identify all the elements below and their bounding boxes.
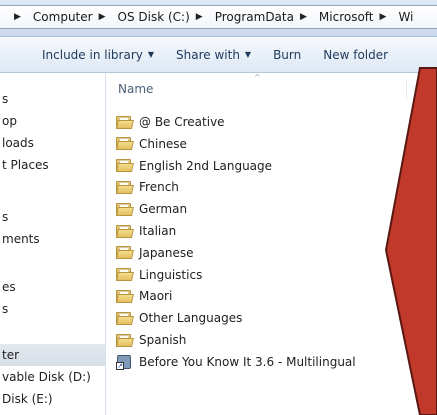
- folder-row[interactable]: English 2nd Language: [116, 155, 416, 177]
- nav-item[interactable]: s: [0, 298, 105, 320]
- nav-item[interactable]: t Places: [0, 154, 105, 176]
- folder-row[interactable]: Chinese: [116, 133, 416, 155]
- shortcut-icon: ↗: [116, 354, 132, 370]
- chevron-right-icon[interactable]: ▶: [300, 12, 307, 22]
- folder-icon: [116, 115, 134, 129]
- file-name: Spanish: [139, 333, 187, 347]
- nav-item[interactable]: op: [0, 110, 105, 132]
- nav-item-removable-disk[interactable]: vable Disk (D:): [0, 366, 105, 388]
- file-name: Before You Know It 3.6 - Multilingual: [139, 354, 356, 369]
- folder-row[interactable]: Linguistics: [116, 264, 416, 286]
- column-header-name[interactable]: Name: [118, 82, 153, 96]
- navigation-pane: s op loads t Places s ments es s ter vab…: [0, 73, 106, 415]
- include-in-library-button[interactable]: Include in library ▼: [34, 48, 162, 62]
- folder-icon: [116, 333, 134, 347]
- file-name: Italian: [139, 224, 177, 238]
- folder-row[interactable]: Spanish: [116, 329, 416, 351]
- burn-button[interactable]: Burn: [265, 48, 309, 62]
- folder-row[interactable]: Maori: [116, 285, 416, 307]
- folder-row[interactable]: Japanese: [116, 242, 416, 264]
- nav-item[interactable]: ments: [0, 228, 105, 250]
- breadcrumb-label: Computer: [32, 10, 93, 24]
- nav-item[interactable]: s: [0, 88, 105, 110]
- folder-row[interactable]: @ Be Creative: [116, 111, 416, 133]
- folder-row[interactable]: German: [116, 198, 416, 220]
- folder-icon: [116, 224, 134, 238]
- address-bar-area: ▶ Computer ▶ OS Disk (C:) ▶ ProgramData ▶ M…: [0, 0, 437, 37]
- file-name: Other Languages: [139, 311, 243, 326]
- folder-icon: [116, 137, 134, 151]
- column-header-row: Name ^ Dat: [106, 73, 437, 103]
- chevron-right-icon[interactable]: ▶: [196, 12, 203, 22]
- folder-icon: [116, 246, 134, 260]
- date-modified-cell: 1/(: [416, 354, 433, 369]
- folder-icon: [116, 311, 134, 325]
- nav-item-disk-e[interactable]: Disk (E:): [0, 388, 105, 410]
- folder-icon: [116, 180, 134, 194]
- file-name: Japanese: [139, 245, 194, 260]
- date-modified-cell: 5/(: [416, 136, 433, 151]
- file-name: German: [139, 202, 188, 217]
- breadcrumb-windows[interactable]: Wi: [395, 10, 416, 24]
- breadcrumb-label: Wi: [398, 10, 414, 24]
- nav-item[interactable]: loads: [0, 132, 105, 154]
- address-bar[interactable]: ▶ Computer ▶ OS Disk (C:) ▶ ProgramData ▶ M…: [0, 5, 437, 29]
- share-with-label: Share with: [176, 47, 240, 62]
- folder-icon: [116, 289, 134, 303]
- folder-icon: [116, 159, 134, 173]
- chevron-right-icon: ▶: [14, 12, 21, 22]
- chevron-right-icon[interactable]: ▶: [380, 12, 387, 22]
- breadcrumb-label: Microsoft: [318, 10, 374, 24]
- file-name: @ Be Creative: [139, 115, 225, 129]
- file-name: English 2nd Language: [139, 158, 273, 173]
- shortcut-row[interactable]: ↗ Before You Know It 3.6 - Multilingual: [116, 351, 416, 373]
- include-in-library-label: Include in library: [42, 47, 143, 62]
- file-name: Linguistics: [139, 267, 203, 282]
- share-with-button[interactable]: Share with ▼: [168, 48, 259, 62]
- command-toolbar: Include in library ▼ Share with ▼ Burn New…: [0, 37, 437, 73]
- file-name: Maori: [139, 289, 173, 304]
- breadcrumb-computer[interactable]: Computer ▶: [30, 10, 115, 24]
- file-list: Name ^ Dat @ Be Creative 7/Chinese 5/( Engl…: [106, 73, 437, 415]
- sort-ascending-icon: ^: [254, 73, 261, 82]
- folder-row[interactable]: French: [116, 176, 416, 198]
- breadcrumb-os-disk[interactable]: OS Disk (C:) ▶: [115, 10, 212, 24]
- folder-row[interactable]: Other Languages: [116, 307, 416, 329]
- new-folder-button[interactable]: New folder: [315, 48, 396, 62]
- folder-icon: [116, 202, 134, 216]
- breadcrumb-label: OS Disk (C:): [117, 10, 190, 24]
- column-divider[interactable]: [406, 79, 407, 99]
- date-modified-cell: 7/: [416, 115, 428, 129]
- breadcrumb-programdata[interactable]: ProgramData ▶: [212, 10, 316, 24]
- column-header-date[interactable]: Dat: [416, 82, 437, 96]
- chevron-down-icon: ▼: [244, 50, 252, 59]
- file-name: Chinese: [139, 136, 187, 151]
- date-modified-cell: 5/(: [416, 333, 433, 347]
- folder-row[interactable]: Italian: [116, 220, 416, 242]
- breadcrumb-label: ProgramData: [214, 10, 294, 24]
- chevron-down-icon: ▼: [147, 50, 155, 59]
- nav-item[interactable]: s: [0, 206, 105, 228]
- chevron-right-icon[interactable]: ▶: [99, 12, 106, 22]
- folder-icon: [116, 268, 134, 282]
- file-name: French: [139, 180, 179, 195]
- breadcrumb-microsoft[interactable]: Microsoft ▶: [316, 10, 396, 24]
- nav-item-computer-selected[interactable]: ter: [0, 344, 105, 366]
- nav-item[interactable]: es: [0, 276, 105, 298]
- breadcrumb-root-arrow[interactable]: ▶: [5, 12, 30, 22]
